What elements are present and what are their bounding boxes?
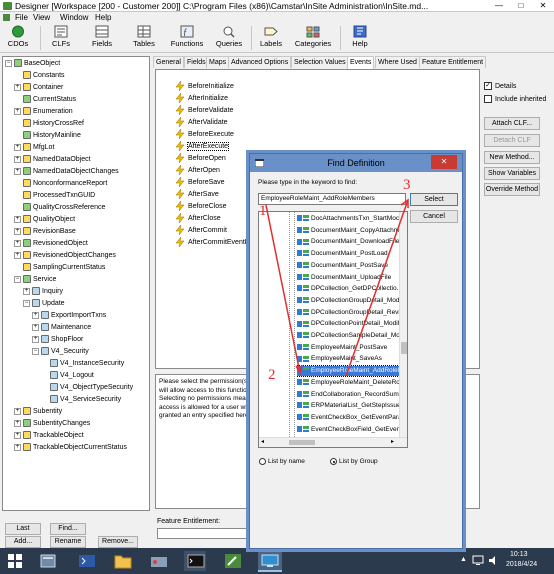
annotation-label-3: 3 (403, 177, 411, 193)
annotation-label-1: 1 (259, 203, 267, 219)
annotation-overlay (265, 198, 409, 377)
annotation-arrow-3 (345, 199, 409, 377)
annotation-label-2: 2 (268, 367, 276, 383)
annotation-arrow-1 (265, 204, 301, 374)
